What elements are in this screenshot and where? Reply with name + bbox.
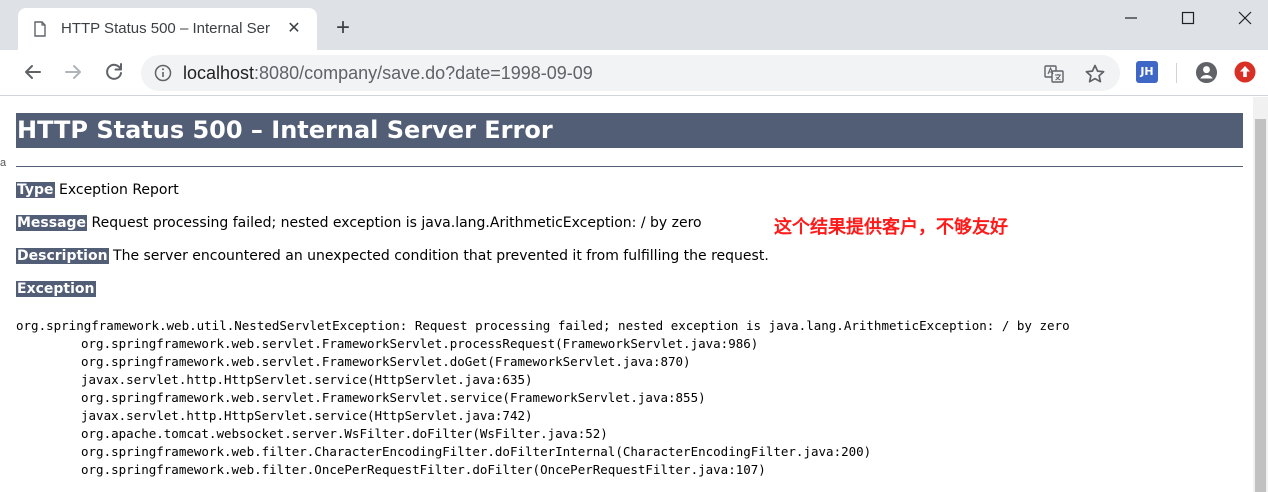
description-label: Description	[16, 248, 109, 264]
annotation-note: 这个结果提供客户，不够友好	[774, 217, 1008, 238]
stack-line: org.springframework.web.servlet.Framewor…	[81, 336, 759, 351]
page-title: HTTP Status 500 – Internal Server Error	[16, 113, 1243, 148]
type-label: Type	[16, 182, 55, 198]
account-icon[interactable]	[1195, 61, 1218, 84]
type-value: Exception Report	[58, 182, 179, 198]
stack-line: org.springframework.web.filter.Character…	[81, 444, 872, 459]
translate-icon[interactable]	[1044, 64, 1064, 84]
site-info-icon[interactable]	[154, 64, 172, 82]
page-edge-marker: a	[0, 157, 7, 169]
type-row: Type Exception Report	[16, 182, 179, 198]
new-tab-icon[interactable]: +	[329, 14, 357, 42]
tab-close-icon[interactable]: ✕	[284, 19, 304, 39]
browser-tab[interactable]: HTTP Status 500 – Internal Ser ✕	[18, 8, 317, 50]
extension-jh-icon[interactable]: JH	[1136, 61, 1158, 83]
maximize-icon[interactable]	[1176, 6, 1200, 30]
page-viewport: a HTTP Status 500 – Internal Server Erro…	[0, 97, 1268, 492]
forward-icon[interactable]	[61, 60, 85, 84]
stack-trace: org.springframework.web.util.NestedServl…	[16, 317, 1070, 479]
description-row: Description The server encountered an un…	[16, 248, 769, 264]
message-row: Message Request processing failed; neste…	[16, 215, 702, 231]
url-path: :8080/company/save.do?date=1998-09-09	[254, 63, 593, 83]
error-page: HTTP Status 500 – Internal Server Error …	[16, 113, 1243, 477]
back-icon[interactable]	[21, 60, 45, 84]
reload-icon[interactable]	[102, 60, 126, 84]
address-bar[interactable]: localhost:8080/company/save.do?date=1998…	[141, 55, 1120, 91]
divider-line	[16, 166, 1243, 167]
exception-label: Exception	[16, 281, 96, 297]
tab-title: HTTP Status 500 – Internal Ser	[61, 20, 270, 37]
stack-line: org.springframework.web.util.NestedServl…	[16, 318, 1070, 333]
stack-line: org.springframework.web.filter.OncePerRe…	[81, 462, 766, 477]
bookmark-star-icon[interactable]	[1084, 63, 1106, 85]
browser-toolbar: localhost:8080/company/save.do?date=1998…	[0, 50, 1268, 96]
update-icon[interactable]	[1234, 61, 1256, 83]
scrollbar-thumb[interactable]	[1255, 119, 1266, 492]
exception-row: Exception	[16, 281, 96, 297]
stack-line: org.springframework.web.servlet.Framewor…	[81, 390, 706, 405]
stack-line: javax.servlet.http.HttpServlet.service(H…	[81, 408, 533, 423]
message-label: Message	[16, 215, 88, 231]
tab-strip: HTTP Status 500 – Internal Ser ✕ +	[0, 0, 1268, 50]
url-text[interactable]: localhost:8080/company/save.do?date=1998…	[183, 63, 593, 84]
document-icon	[34, 21, 46, 37]
url-host: localhost	[183, 63, 255, 83]
window-close-icon[interactable]	[1233, 6, 1257, 30]
toolbar-divider	[1176, 63, 1177, 83]
stack-line: org.apache.tomcat.websocket.server.WsFil…	[81, 426, 608, 441]
message-value: Request processing failed; nested except…	[91, 215, 702, 231]
description-value: The server encountered an unexpected con…	[113, 248, 769, 264]
minimize-icon[interactable]	[1119, 6, 1143, 30]
stack-line: org.springframework.web.servlet.Framewor…	[81, 354, 691, 369]
stack-line: javax.servlet.http.HttpServlet.service(H…	[81, 372, 533, 387]
